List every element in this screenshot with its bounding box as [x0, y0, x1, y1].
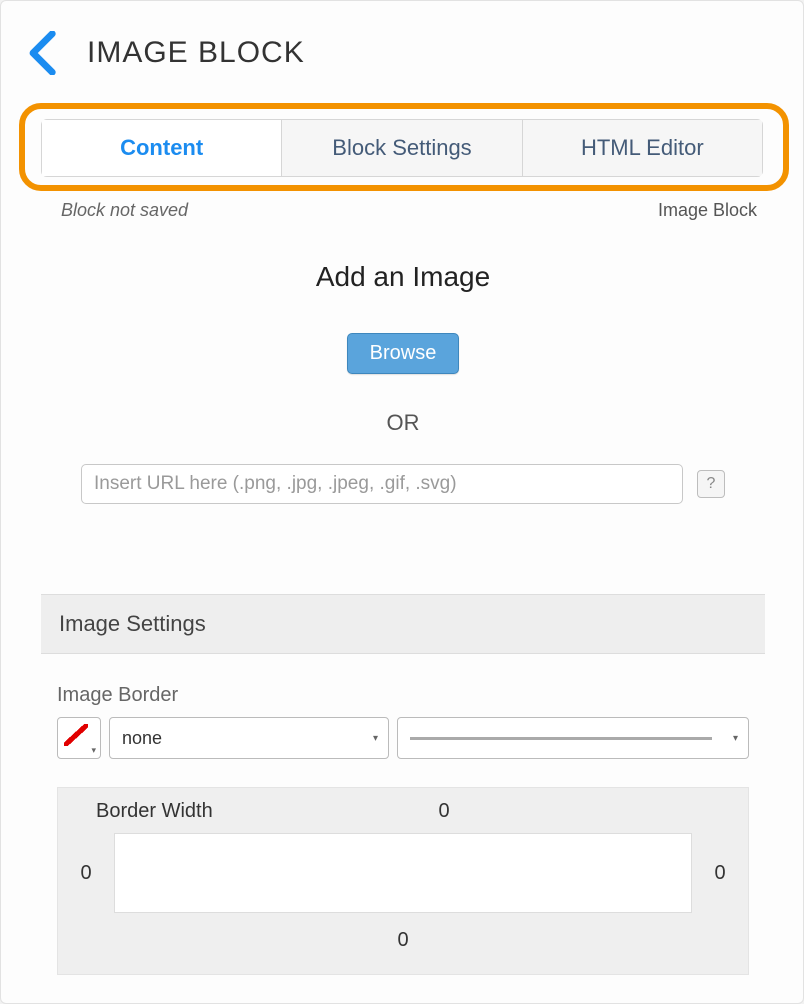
or-divider: OR	[41, 410, 765, 436]
page-title: IMAGE BLOCK	[87, 36, 305, 70]
border-style-select[interactable]: none ▾	[109, 717, 389, 759]
block-status: Block not saved	[61, 200, 188, 221]
url-help-button[interactable]: ?	[697, 470, 725, 498]
image-border-label: Image Border	[57, 684, 749, 707]
image-url-input[interactable]	[81, 464, 683, 504]
border-width-bottom[interactable]: 0	[76, 929, 730, 952]
back-button[interactable]	[27, 31, 61, 75]
border-style-value: none	[122, 728, 162, 749]
browse-button[interactable]: Browse	[347, 333, 460, 374]
chevron-down-icon: ▾	[373, 733, 378, 744]
add-image-heading: Add an Image	[41, 261, 765, 293]
border-width-right[interactable]: 0	[710, 862, 730, 885]
chevron-down-icon: ▾	[733, 733, 738, 744]
border-width-top[interactable]: 0	[328, 800, 560, 823]
image-settings-header: Image Settings	[41, 594, 765, 654]
line-sample-icon	[410, 737, 712, 740]
tab-content[interactable]: Content	[41, 119, 282, 177]
border-width-box: Border Width 0 0 0 0	[57, 787, 749, 975]
block-type-label: Image Block	[658, 200, 763, 221]
content-scroll[interactable]: Block not saved Image Block Add an Image…	[41, 196, 775, 989]
border-width-label: Border Width	[96, 800, 328, 823]
tab-block-settings[interactable]: Block Settings	[282, 119, 522, 177]
border-width-left[interactable]: 0	[76, 862, 96, 885]
border-line-style-select[interactable]: ▾	[397, 717, 749, 759]
tabs: Content Block Settings HTML Editor	[41, 119, 763, 177]
tab-html-editor[interactable]: HTML Editor	[523, 119, 763, 177]
border-color-picker[interactable]: ▾	[57, 717, 101, 759]
chevron-down-icon: ▾	[91, 745, 96, 756]
border-width-preview	[114, 833, 692, 913]
